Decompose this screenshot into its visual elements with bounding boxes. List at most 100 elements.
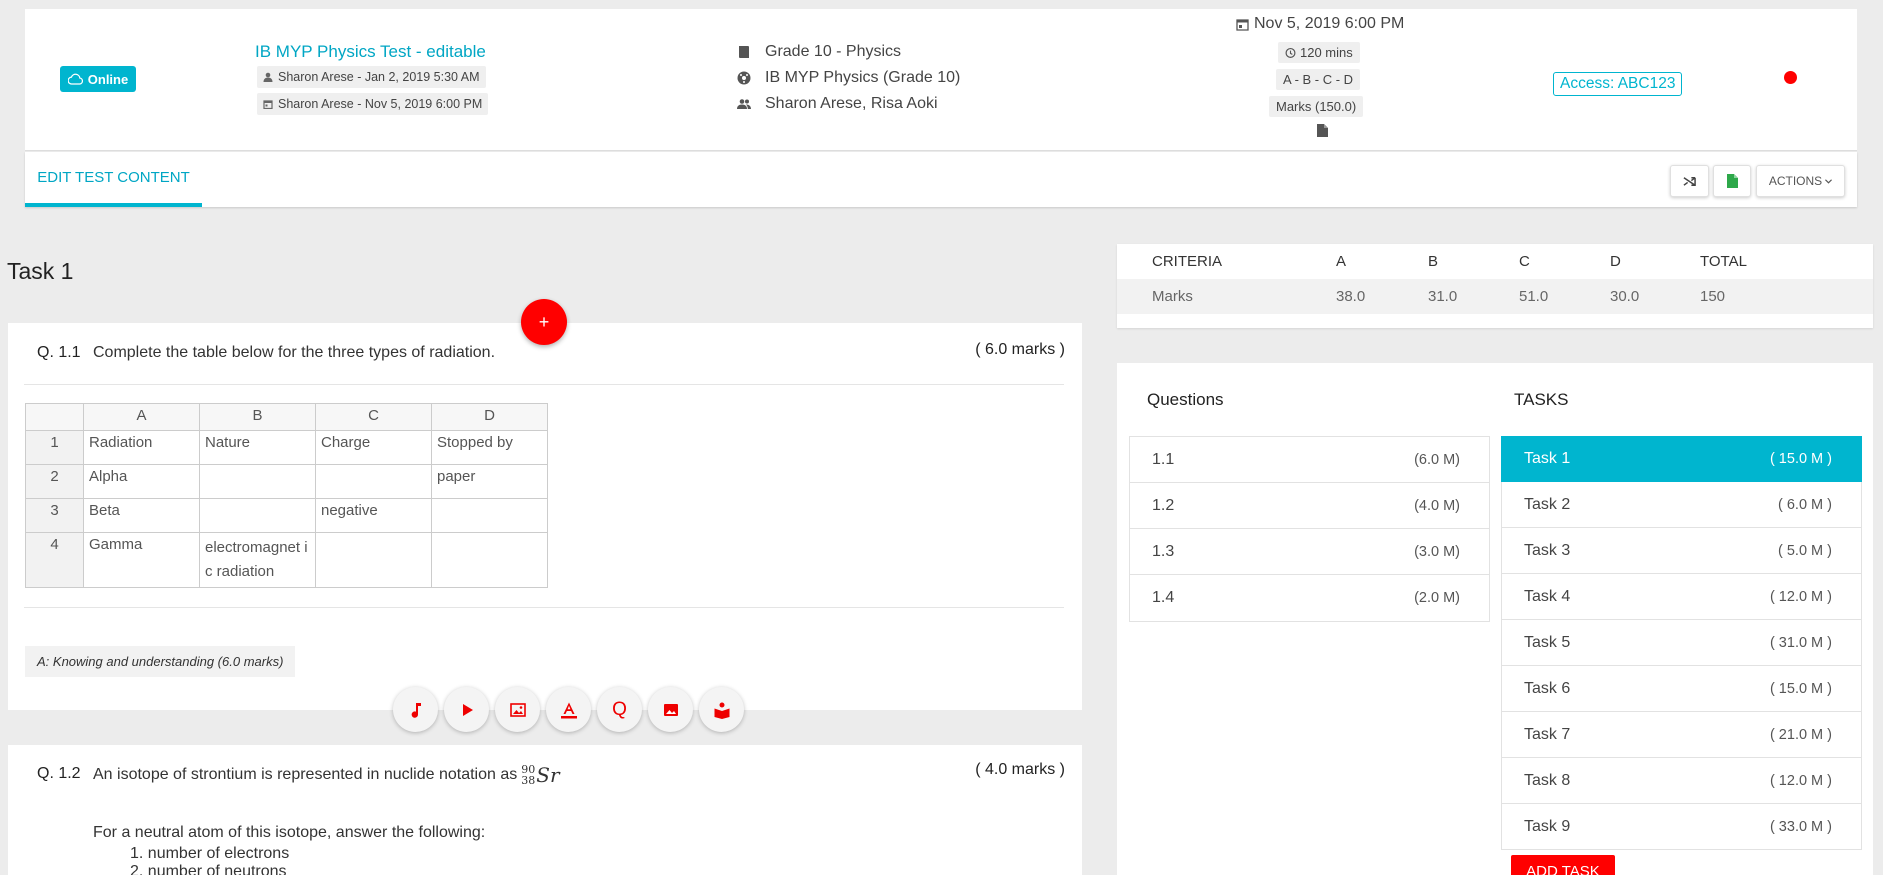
- criteria-cell: 31.0: [1428, 288, 1458, 305]
- criteria-header-cell: B: [1428, 253, 1439, 270]
- task-list-item[interactable]: Task 5 ( 31.0 M ): [1501, 620, 1862, 666]
- task-list-item[interactable]: Task 9 ( 33.0 M ): [1501, 804, 1862, 850]
- document-icon[interactable]: [1317, 124, 1328, 137]
- criteria-cell: 30.0: [1610, 288, 1640, 305]
- criteria-header-cell: CRITERIA: [1152, 253, 1223, 270]
- tab-edit-test-content[interactable]: EDIT TEST CONTENT: [25, 152, 202, 207]
- table-cell[interactable]: [315, 464, 432, 499]
- divider: [24, 384, 1064, 385]
- criteria-header-cell: A: [1336, 253, 1347, 270]
- criteria-chip: A - B - C - D: [1276, 69, 1361, 90]
- question-list-item[interactable]: 1.2 (4.0 M): [1130, 483, 1489, 529]
- table-cell[interactable]: Alpha: [83, 464, 200, 499]
- course-text: IB MYP Physics (Grade 10): [765, 69, 961, 86]
- table-row: 2 Alpha paper: [25, 464, 548, 499]
- table-cell[interactable]: [431, 498, 548, 533]
- table-cell[interactable]: Gamma: [83, 532, 200, 588]
- question-list-item[interactable]: 1.1 (6.0 M): [1130, 437, 1489, 483]
- add-photo-button[interactable]: [648, 687, 693, 732]
- task-marks: ( 31.0 M ): [1769, 634, 1832, 651]
- nuclide-atomic-number: 38: [521, 774, 536, 787]
- access-code[interactable]: Access: ABC123: [1553, 72, 1683, 96]
- image-icon: [509, 702, 526, 717]
- calendar-icon: [1236, 18, 1249, 31]
- criteria-header-cell: C: [1519, 253, 1530, 270]
- task-list-item-active[interactable]: Task 1 ( 15.0 M ): [1501, 436, 1862, 482]
- task-marks: ( 21.0 M ): [1769, 726, 1832, 743]
- task-list-item[interactable]: Task 2 ( 6.0 M ): [1501, 482, 1862, 528]
- atom-icon: [737, 71, 751, 85]
- due-date-text: Nov 5, 2019 6:00 PM: [1254, 15, 1405, 32]
- table-row: 3 Beta negative: [25, 498, 548, 533]
- table-cell[interactable]: [431, 532, 548, 588]
- test-title-link[interactable]: IB MYP Physics Test - editable: [255, 42, 486, 62]
- question-label: 1.1: [1152, 450, 1175, 468]
- question-text: An isotope of strontium is represented i…: [93, 766, 518, 783]
- calendar-icon: [263, 100, 273, 109]
- play-icon: [462, 703, 473, 716]
- task-marks: ( 33.0 M ): [1769, 818, 1832, 835]
- table-cell[interactable]: negative: [315, 498, 432, 533]
- task-label: Task 4: [1524, 587, 1571, 605]
- criteria-header-cell: D: [1610, 253, 1621, 270]
- chevron-down-icon: [1825, 178, 1833, 184]
- table-cell[interactable]: Radiation: [83, 430, 200, 465]
- task-list-item[interactable]: Task 8 ( 12.0 M ): [1501, 758, 1862, 804]
- task-list-item[interactable]: Task 3 ( 5.0 M ): [1501, 528, 1862, 574]
- task-list-item[interactable]: Task 4 ( 12.0 M ): [1501, 574, 1862, 620]
- task-label: Task 3: [1524, 541, 1571, 559]
- add-reading-button[interactable]: [699, 687, 744, 732]
- criterion-tag: A: Knowing and understanding (6.0 marks): [25, 646, 296, 677]
- task-heading: Task 1: [7, 258, 74, 284]
- shuffle-button[interactable]: [1670, 165, 1709, 197]
- task-label: Task 1: [1524, 450, 1571, 467]
- text-color-icon: [560, 702, 577, 718]
- updated-by-text: Sharon Arese - Nov 5, 2019 6:00 PM: [278, 97, 483, 111]
- due-date: Nov 5, 2019 6:00 PM: [1236, 15, 1404, 33]
- add-question-button[interactable]: +: [521, 299, 567, 345]
- task-marks: ( 12.0 M ): [1769, 588, 1832, 605]
- table-cell[interactable]: [199, 498, 316, 533]
- question-toolbar: Q: [393, 687, 744, 732]
- question-number: Q. 1.1: [37, 344, 81, 361]
- table-cell[interactable]: electromagnet ic radiation: [199, 532, 316, 588]
- table-cell[interactable]: Beta: [83, 498, 200, 533]
- text-format-button[interactable]: [546, 687, 591, 732]
- table-cell[interactable]: [315, 532, 432, 588]
- add-image-button[interactable]: [495, 687, 540, 732]
- actions-dropdown[interactable]: ACTIONS: [1756, 165, 1845, 197]
- add-audio-button[interactable]: [393, 687, 438, 732]
- criteria-header-cell: TOTAL: [1700, 253, 1747, 270]
- duration-text: 120 mins: [1300, 45, 1353, 60]
- question-label: 1.3: [1152, 542, 1175, 560]
- question-list-item[interactable]: 1.4 (2.0 M): [1130, 575, 1489, 621]
- book-icon: [714, 702, 729, 719]
- cloud-icon: [67, 73, 83, 85]
- table-column-header: C: [315, 403, 432, 431]
- question-marks: ( 6.0 marks ): [975, 341, 1065, 358]
- add-task-button[interactable]: ADD TASK: [1511, 855, 1615, 875]
- criteria-cell: 150: [1700, 288, 1726, 305]
- task-label: Task 7: [1524, 725, 1571, 743]
- task-list-item[interactable]: Task 6 ( 15.0 M ): [1501, 666, 1862, 712]
- task-marks: ( 5.0 M ): [1778, 542, 1832, 559]
- question-list-item[interactable]: 1.3 (3.0 M): [1130, 529, 1489, 575]
- task-list-item[interactable]: Task 7 ( 21.0 M ): [1501, 712, 1862, 758]
- table-cell[interactable]: Charge: [315, 430, 432, 465]
- question-text: Complete the table below for the three t…: [93, 344, 496, 361]
- question-text-container: An isotope of strontium is represented i…: [93, 763, 560, 787]
- course-info: IB MYP Physics (Grade 10): [737, 69, 960, 87]
- export-sheet-button[interactable]: [1713, 165, 1751, 197]
- teachers-info: Sharon Arese, Risa Aoki: [737, 95, 938, 113]
- table-cell[interactable]: Nature: [199, 430, 316, 465]
- question-marks: (3.0 M): [1414, 543, 1460, 560]
- created-by-text: Sharon Arese - Jan 2, 2019 5:30 AM: [278, 70, 480, 84]
- divider: [24, 607, 1064, 608]
- green-file-icon: [1726, 174, 1738, 188]
- table-cell[interactable]: [199, 464, 316, 499]
- add-quiz-button[interactable]: Q: [597, 687, 642, 732]
- table-cell[interactable]: Stopped by: [431, 430, 548, 465]
- table-cell[interactable]: paper: [431, 464, 548, 499]
- add-video-button[interactable]: [444, 687, 489, 732]
- table-column-header: B: [199, 403, 316, 431]
